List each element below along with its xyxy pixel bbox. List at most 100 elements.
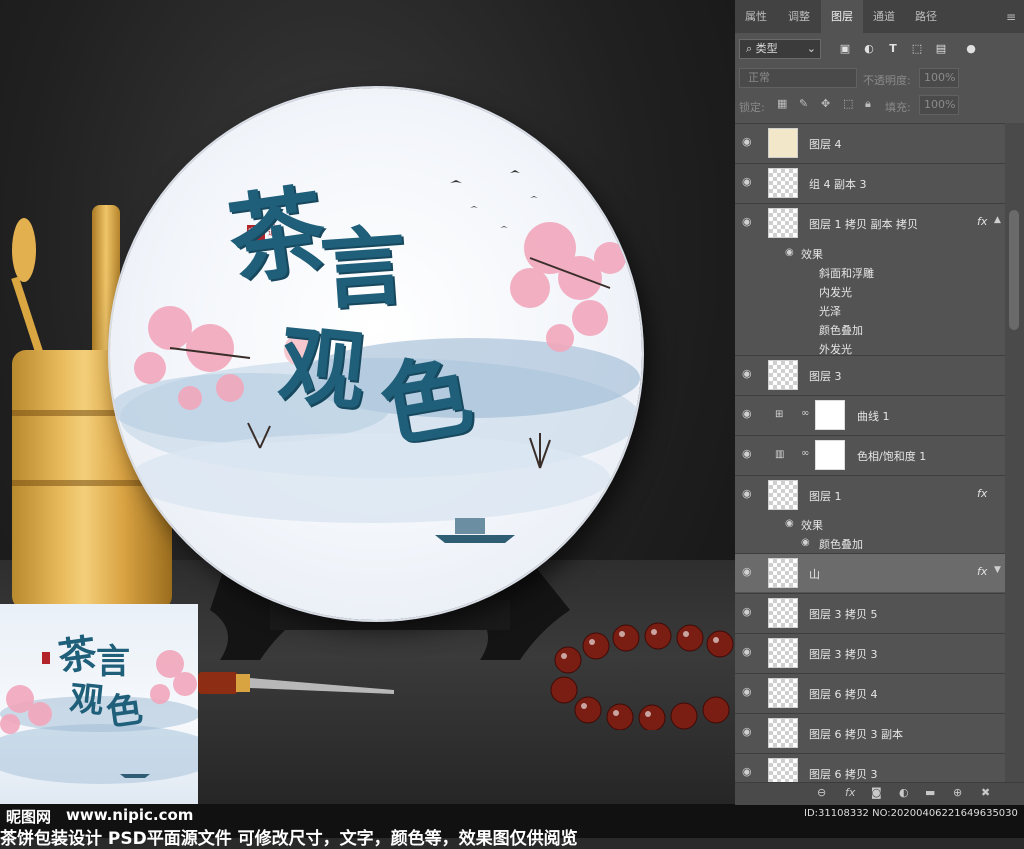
layer-name: 图层 6 拷贝 3 (809, 768, 878, 781)
layer-name: 图层 3 拷贝 5 (809, 608, 878, 621)
effect-row: 斜面和浮雕 (735, 262, 1005, 281)
opacity-field[interactable]: 100% (919, 68, 959, 88)
smart-object-filter-icon[interactable]: ▤ (933, 41, 949, 57)
effect-eye-icon[interactable]: ◉ (785, 518, 794, 529)
prayer-beads (550, 622, 734, 730)
visibility-eye-icon[interactable]: ◉ (742, 686, 756, 697)
visibility-eye-icon[interactable]: ◉ (742, 488, 756, 499)
design-preview-thumbnail: 茶 言 观 色 (0, 604, 198, 804)
trash-icon[interactable]: ✖ (981, 786, 990, 799)
visibility-eye-icon[interactable]: ◉ (742, 448, 756, 459)
layer-name: 组 4 副本 3 (809, 178, 867, 191)
layer-thumbnail (768, 598, 798, 628)
visibility-eye-icon[interactable]: ◉ (742, 216, 756, 227)
layer-mask-thumbnail[interactable] (815, 400, 845, 430)
lock-row: 锁定: ▦ ✎ ✥ ⬚ 🔒︎ 填充: 100% (735, 92, 1024, 119)
visibility-eye-icon[interactable]: ◉ (742, 368, 756, 379)
panel-menu-icon[interactable]: ≡ (1006, 10, 1016, 24)
thumb-title-char-4: 色 (103, 687, 146, 735)
design-caption: 茶饼包装设计 PSD平面源文件 可修改尺寸，文字，颜色等，效果图仅供阅览 (0, 829, 578, 849)
layer-row[interactable]: ◉ 图层 3 (735, 355, 1005, 394)
layer-row[interactable]: ◉ 组 4 副本 3 (735, 163, 1005, 202)
folder-icon[interactable]: ▬ (925, 786, 935, 799)
fx-icon[interactable]: fx (977, 215, 987, 228)
tab-adjustments[interactable]: 调整 (777, 0, 821, 33)
layer-row[interactable]: ◉ 图层 4 (735, 123, 1005, 162)
shape-filter-icon[interactable]: ⬚ (909, 41, 925, 57)
text-filter-icon[interactable]: T (885, 41, 901, 57)
lock-all-icon[interactable]: 🔒︎ (865, 97, 871, 111)
layer-filter-row: ⌕ 类型 ⌄ ▣ ◐ T ⬚ ▤ ● (735, 33, 1024, 65)
title-char-1: 茶 (221, 172, 333, 299)
tab-channels[interactable]: 通道 (863, 0, 905, 33)
chain-link-icon[interactable]: ∞ (801, 408, 809, 419)
tab-properties[interactable]: 属性 (735, 0, 777, 33)
blend-mode-select[interactable]: 正常 (739, 68, 857, 88)
adjustment-layer-row[interactable]: ◉ ⊞ ∞ 曲线 1 (735, 395, 1005, 434)
tab-paths[interactable]: 路径 (905, 0, 947, 33)
collapse-caret-icon[interactable]: ▲ (994, 215, 1001, 225)
visibility-eye-icon[interactable]: ◉ (742, 766, 756, 777)
layer-thumbnail (768, 480, 798, 510)
fill-value: 100% (924, 98, 956, 111)
layer-row[interactable]: ◉ 图层 6 拷贝 3 (735, 753, 1005, 782)
layer-thumbnail (768, 168, 798, 198)
layers-panel: 属性 调整 图层 通道 路径 ≡ ⌕ 类型 ⌄ ▣ ◐ T ⬚ ▤ ● 正常 不… (735, 0, 1024, 805)
filter-type-value: 类型 (755, 42, 778, 55)
effect-eye-icon[interactable]: ◉ (785, 247, 794, 258)
pixel-filter-icon[interactable]: ▣ (837, 41, 853, 57)
lock-position-icon[interactable]: ✥ (821, 97, 830, 110)
expand-caret-icon[interactable]: ▼ (994, 565, 1001, 575)
effect-name: 光泽 (819, 305, 841, 318)
layer-mask-thumbnail[interactable] (815, 440, 845, 470)
visibility-eye-icon[interactable]: ◉ (742, 566, 756, 577)
effect-row: ◉ 颜色叠加 (735, 533, 1005, 552)
layer-name: 图层 3 拷贝 3 (809, 648, 878, 661)
new-layer-icon[interactable]: ⊕ (953, 786, 962, 799)
fx-icon[interactable]: fx (845, 786, 855, 799)
opacity-value: 100% (924, 71, 956, 84)
layer-row-selected[interactable]: ◉ 山 fx ▼ (735, 553, 1005, 592)
filter-toggle-icon[interactable]: ● (963, 41, 979, 57)
visibility-eye-icon[interactable]: ◉ (742, 726, 756, 737)
layer-row[interactable]: ◉ 图层 1 fx (735, 475, 1005, 514)
filter-type-select[interactable]: ⌕ 类型 ⌄ (739, 39, 821, 59)
visibility-eye-icon[interactable]: ◉ (742, 606, 756, 617)
layer-row[interactable]: ◉ 图层 3 拷贝 5 (735, 593, 1005, 632)
mask-icon[interactable]: ◙ (871, 786, 882, 799)
scrollbar-thumb[interactable] (1009, 210, 1019, 330)
visibility-eye-icon[interactable]: ◉ (742, 176, 756, 187)
layer-thumbnail (768, 208, 798, 238)
link-icon[interactable]: ⊖ (817, 786, 826, 799)
layer-row[interactable]: ◉ 图层 3 拷贝 3 (735, 633, 1005, 672)
layer-row[interactable]: ◉ 图层 6 拷贝 3 副本 (735, 713, 1005, 752)
adjustment-layer-row[interactable]: ◉ ▥ ∞ 色相/饱和度 1 (735, 435, 1005, 474)
layer-row[interactable]: ◉ 图层 6 拷贝 4 (735, 673, 1005, 712)
visibility-eye-icon[interactable]: ◉ (742, 408, 756, 419)
layer-name: 曲线 1 (857, 410, 890, 423)
title-char-3: 观 (274, 313, 371, 424)
lock-artboard-icon[interactable]: ⬚ (843, 97, 853, 110)
layer-thumbnail (768, 128, 798, 158)
thumb-title-char-3: 观 (67, 678, 106, 722)
chain-link-icon[interactable]: ∞ (801, 448, 809, 459)
visibility-eye-icon[interactable]: ◉ (742, 136, 756, 147)
layer-name: 图层 3 (809, 370, 842, 383)
lock-image-icon[interactable]: ✎ (799, 97, 808, 110)
effects-label: 效果 (801, 519, 823, 532)
tab-layers[interactable]: 图层 (821, 0, 863, 33)
effects-group-row: ◉ 效果 (735, 514, 1005, 533)
adjustment-filter-icon[interactable]: ◐ (861, 41, 877, 57)
layer-thumbnail (768, 558, 798, 588)
adjustment-icon[interactable]: ◐ (899, 786, 909, 799)
visibility-eye-icon[interactable]: ◉ (742, 646, 756, 657)
layers-scrollbar[interactable] (1005, 123, 1024, 782)
fx-icon[interactable]: fx (977, 565, 987, 578)
layer-name: 图层 6 拷贝 3 副本 (809, 728, 903, 741)
layer-row[interactable]: ◉ 图层 1 拷贝 副本 拷贝 fx ▲ (735, 203, 1005, 242)
search-icon: ⌕ (746, 42, 756, 55)
lock-transparent-icon[interactable]: ▦ (777, 97, 787, 110)
effect-eye-icon[interactable]: ◉ (801, 537, 810, 548)
fx-icon[interactable]: fx (977, 487, 987, 500)
fill-field[interactable]: 100% (919, 95, 959, 115)
